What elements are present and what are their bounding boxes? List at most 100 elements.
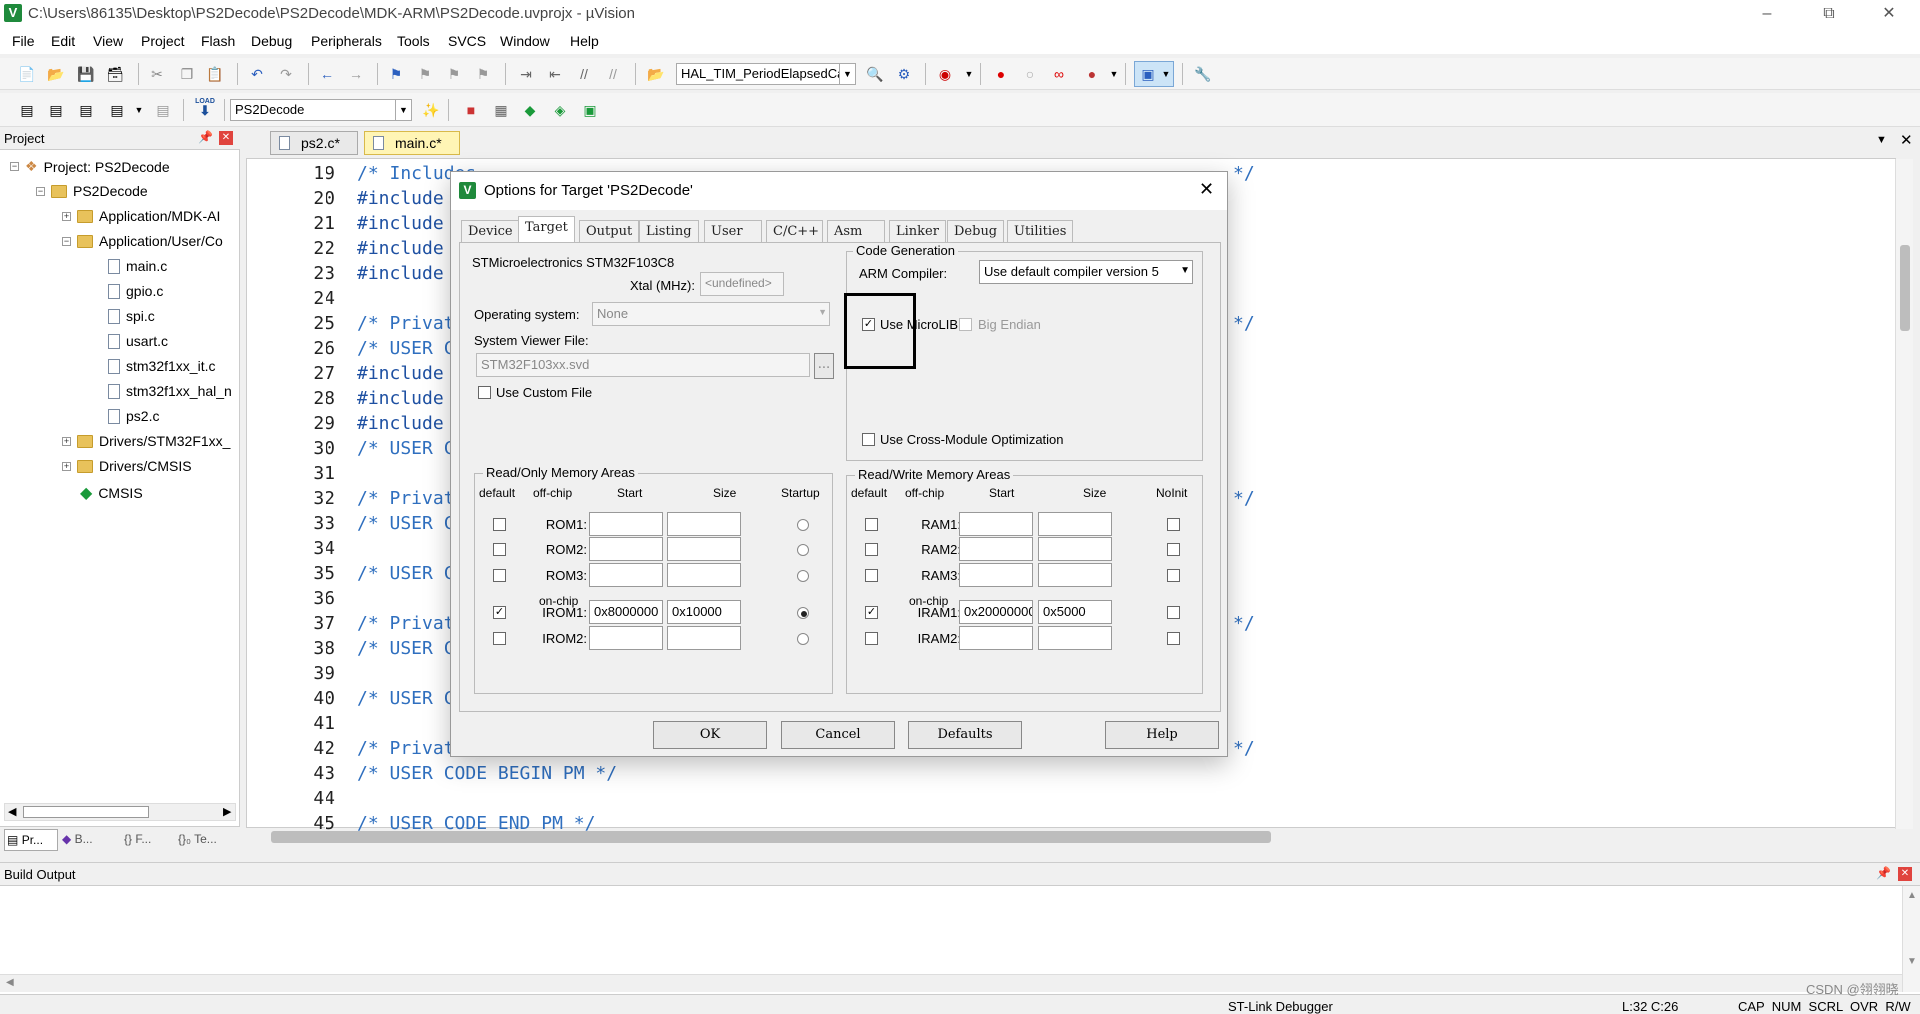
rw-start-input[interactable]: 0x20000000: [959, 600, 1033, 624]
collapse-icon[interactable]: −: [10, 162, 19, 171]
breakpoint-kill-all-icon[interactable]: ●: [1081, 63, 1103, 85]
incremental-find-icon[interactable]: ⚙: [893, 63, 915, 85]
startup-radio[interactable]: [797, 544, 809, 556]
indent-icon[interactable]: ⇥: [515, 63, 537, 85]
startup-radio[interactable]: [797, 519, 809, 531]
bookmark-toggle-icon[interactable]: ⚑: [385, 63, 407, 85]
translate-icon[interactable]: ▤: [16, 99, 38, 121]
tab-linker[interactable]: Linker: [889, 220, 946, 242]
build-hscrollbar[interactable]: ◀: [0, 974, 1904, 992]
tree-item-file[interactable]: ps2.c: [108, 408, 159, 424]
startup-radio[interactable]: [797, 607, 809, 619]
tab-device[interactable]: Device: [461, 220, 520, 242]
rw-size-input[interactable]: 0x5000: [1038, 600, 1112, 624]
rw-size-input[interactable]: [1038, 626, 1112, 650]
tab-functions[interactable]: {} F...: [124, 832, 151, 846]
build-icon[interactable]: ▤: [45, 99, 67, 121]
tab-utilities[interactable]: Utilities: [1007, 220, 1074, 242]
tab-main-c[interactable]: main.c*: [364, 131, 460, 155]
bookmark-clear-icon[interactable]: ⚑: [472, 63, 494, 85]
tab-asm[interactable]: Asm: [827, 220, 885, 242]
tree-item-file[interactable]: spi.c: [108, 308, 155, 324]
noinit-checkbox[interactable]: [1167, 606, 1180, 619]
menu-help[interactable]: Help: [570, 33, 599, 49]
tab-debug[interactable]: Debug: [947, 220, 1005, 242]
scroll-down-icon[interactable]: ▼: [1907, 956, 1917, 967]
ro-default-checkbox[interactable]: ✓: [493, 606, 506, 619]
pack-installer-icon[interactable]: ◈: [549, 99, 571, 121]
tree-item-file[interactable]: stm32f1xx_it.c: [108, 358, 215, 374]
ro-start-input[interactable]: [589, 512, 663, 536]
rw-size-input[interactable]: [1038, 563, 1112, 587]
menu-view[interactable]: View: [93, 33, 123, 49]
tree-item-file[interactable]: gpio.c: [108, 283, 163, 299]
rw-start-input[interactable]: [959, 626, 1033, 650]
build-output-area[interactable]: ◀ ▲ ▼: [0, 886, 1920, 994]
scroll-up-icon[interactable]: ▲: [1907, 890, 1917, 901]
ro-start-input[interactable]: 0x8000000: [589, 600, 663, 624]
tab-project[interactable]: ▤ Pr...: [4, 829, 58, 851]
noinit-checkbox[interactable]: [1167, 543, 1180, 556]
noinit-checkbox[interactable]: [1167, 518, 1180, 531]
xtal-input[interactable]: <undefined>: [700, 272, 784, 296]
rebuild-icon[interactable]: ▤: [75, 99, 97, 121]
function-combo[interactable]: HAL_TIM_PeriodElapsedCall ▼: [676, 63, 856, 85]
sw-packs-icon[interactable]: ▣: [579, 99, 601, 121]
redo-icon[interactable]: ↷: [275, 63, 297, 85]
manage-rte-icon[interactable]: ◆: [519, 99, 541, 121]
tab-list-chevron-icon[interactable]: ▼: [1876, 134, 1887, 146]
rw-default-checkbox[interactable]: [865, 569, 878, 582]
debug-session-icon[interactable]: ◉: [934, 63, 956, 85]
rw-start-input[interactable]: [959, 537, 1033, 561]
menu-file[interactable]: File: [12, 33, 35, 49]
svd-input[interactable]: STM32F103xx.svd: [476, 353, 810, 377]
rw-default-checkbox[interactable]: [865, 632, 878, 645]
tab-target[interactable]: Target: [518, 216, 575, 242]
pin-icon[interactable]: 📌: [198, 130, 213, 144]
find-in-files-icon[interactable]: 📂: [645, 63, 667, 85]
editor-hscroll-thumb[interactable]: [271, 831, 1271, 843]
scroll-left-icon[interactable]: ◀: [8, 805, 16, 818]
nav-back-icon[interactable]: ←: [316, 63, 338, 85]
ro-start-input[interactable]: [589, 537, 663, 561]
stop-build-icon[interactable]: ▤: [152, 99, 174, 121]
new-file-icon[interactable]: 📄: [16, 63, 38, 85]
breakpoint-insert-icon[interactable]: ●: [990, 63, 1012, 85]
target-combo[interactable]: PS2Decode ▼: [230, 99, 412, 121]
microlib-checkbox[interactable]: ✓: [862, 318, 875, 331]
project-hscrollbar[interactable]: ◀ ▶: [4, 803, 236, 821]
ro-default-checkbox[interactable]: [493, 569, 506, 582]
select-packs-icon[interactable]: ▦: [490, 99, 512, 121]
custom-file-checkbox[interactable]: [478, 386, 491, 399]
menu-window[interactable]: Window: [500, 33, 550, 49]
arm-compiler-select[interactable]: Use default compiler version 5 ▼: [979, 260, 1193, 284]
menu-flash[interactable]: Flash: [201, 33, 235, 49]
rw-start-input[interactable]: [959, 512, 1033, 536]
undo-icon[interactable]: ↶: [246, 63, 268, 85]
chevron-down-icon[interactable]: ▼: [128, 99, 150, 121]
tab-templates[interactable]: {}₀ Te...: [178, 832, 217, 846]
find-icon[interactable]: 🔍: [864, 63, 886, 85]
ro-size-input[interactable]: 0x10000: [667, 600, 741, 624]
scroll-right-icon[interactable]: ▶: [223, 805, 231, 818]
menu-peripherals[interactable]: Peripherals: [311, 33, 382, 49]
tree-item-file[interactable]: stm32f1xx_hal_n: [108, 383, 232, 399]
uncomment-icon[interactable]: //: [602, 63, 624, 85]
os-select[interactable]: None ▼: [592, 302, 830, 326]
manage-project-items-icon[interactable]: ■: [460, 99, 482, 121]
tab-ps2-c[interactable]: ps2.c*: [270, 131, 358, 155]
cancel-button[interactable]: Cancel: [781, 721, 895, 749]
big-endian-checkbox[interactable]: [959, 318, 972, 331]
tab-listing[interactable]: Listing: [639, 220, 699, 242]
tree-item-group[interactable]: + Application/MDK-AI: [62, 208, 220, 224]
save-all-icon[interactable]: 🗃: [104, 63, 126, 85]
noinit-checkbox[interactable]: [1167, 569, 1180, 582]
chevron-down-icon[interactable]: ▼: [958, 63, 980, 85]
collapse-icon[interactable]: −: [36, 186, 45, 196]
tab-output[interactable]: Output: [579, 220, 640, 242]
tab-books[interactable]: ◆ B...: [62, 832, 93, 846]
tree-item-target[interactable]: − PS2Decode: [36, 183, 148, 199]
startup-radio[interactable]: [797, 633, 809, 645]
tree-item-group[interactable]: + Drivers/CMSIS: [62, 458, 192, 474]
close-pane-icon[interactable]: ✕: [1898, 867, 1912, 881]
